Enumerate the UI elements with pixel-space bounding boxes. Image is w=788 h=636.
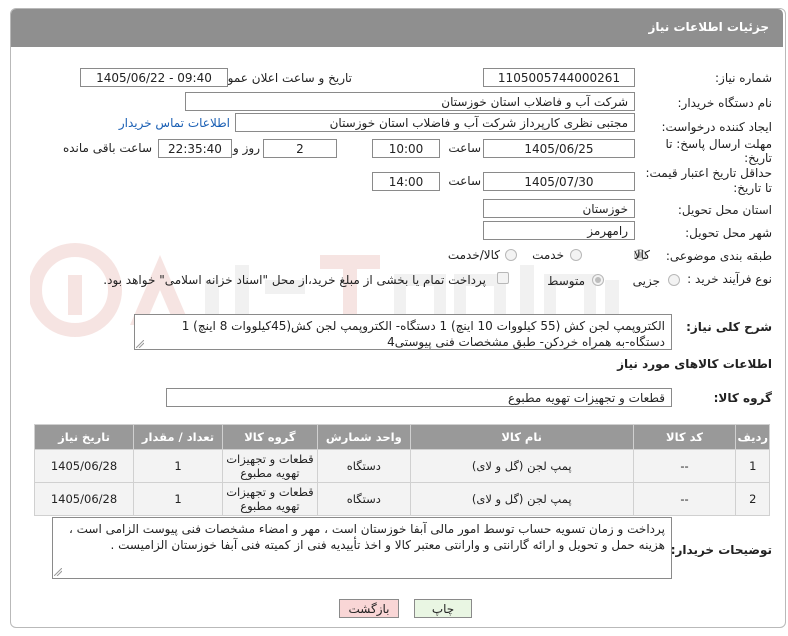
table-row: 2 -- پمپ لجن (گل و لای) دستگاه قطعات و ت… (33, 482, 770, 516)
process-minor-radio[interactable] (668, 274, 680, 286)
contact-buyer-link[interactable]: اطلاعات تماس خریدار (119, 116, 230, 130)
buyer-org-field: شرکت آب و فاضلاب استان خوزستان (185, 92, 635, 111)
validity-time-label: ساعت (448, 174, 481, 188)
process-label: نوع فرآیند خرید : (687, 272, 772, 286)
category-goods-label: کالا (633, 248, 650, 262)
print-button[interactable]: چاپ (414, 599, 472, 618)
cell-date: 1405/06/28 (33, 482, 135, 516)
buyer-notes-field: پرداخت و زمان تسویه حساب توسط امور مالی … (52, 517, 672, 579)
category-service-radio[interactable] (570, 249, 582, 261)
back-button[interactable]: بازگشت (339, 599, 399, 618)
col-group: گروه کالا (221, 424, 318, 450)
cell-code: -- (632, 482, 737, 516)
cell-name: پمپ لجن (گل و لای) (409, 482, 634, 516)
category-both-label: کالا/خدمت (447, 248, 500, 262)
category-both-radio[interactable] (505, 249, 517, 261)
cell-unit: دستگاه (316, 482, 411, 516)
col-date: تاریخ نیاز (33, 424, 135, 450)
description-label: شرح کلی نیاز: (686, 320, 772, 334)
deadline-label-date: تاریخ: (744, 151, 772, 165)
col-row: ردیف (735, 424, 770, 450)
page-title: جزئیات اطلاعات نیاز (648, 20, 769, 34)
goods-group-field: قطعات و تجهیزات تهویه مطبوع (166, 388, 672, 407)
cell-row: 1 (735, 449, 770, 483)
description-field: الکتروپمپ لجن کش (55 کیلووات 10 اینچ) 1 … (134, 314, 672, 350)
province-field: خوزستان (483, 199, 635, 218)
cell-group: قطعات و تجهیزات تهویه مطبوع (221, 449, 318, 483)
process-minor-label: جزیی (632, 274, 660, 288)
goods-table: ردیف کد کالا نام کالا واحد شمارش گروه کا… (33, 424, 770, 516)
province-label: استان محل تحویل: (677, 203, 772, 217)
title-bar: جزئیات اطلاعات نیاز (11, 9, 783, 47)
description-text: الکتروپمپ لجن کش (55 کیلووات 10 اینچ) 1 … (181, 319, 665, 349)
deadline-label: مهلت ارسال پاسخ: تا (665, 137, 772, 151)
need-number-label: شماره نیاز: (715, 71, 772, 85)
deadline-time-label: ساعت (448, 141, 481, 155)
cell-date: 1405/06/28 (33, 449, 135, 483)
validity-time-field: 14:00 (372, 172, 440, 191)
table-row: 1 -- پمپ لجن (گل و لای) دستگاه قطعات و ت… (33, 449, 770, 483)
validity-label-date: تا تاریخ: (733, 181, 772, 195)
category-label: طبقه بندی موضوعی: (665, 249, 772, 263)
cell-name: پمپ لجن (گل و لای) (409, 449, 634, 483)
process-medium-radio[interactable] (592, 274, 604, 286)
resize-handle-icon[interactable] (54, 568, 62, 576)
buyer-notes-text: پرداخت و زمان تسویه حساب توسط امور مالی … (68, 522, 665, 552)
days-field: 2 (263, 139, 337, 158)
remaining-label: ساعت باقی مانده (62, 141, 152, 155)
creator-label: ایجاد کننده درخواست: (661, 120, 772, 134)
validity-label: حداقل تاریخ اعتبار قیمت: (645, 166, 772, 180)
resize-handle-icon[interactable] (136, 340, 144, 348)
goods-section-title: اطلاعات کالاهای مورد نیاز (617, 357, 772, 371)
col-name: نام کالا (409, 424, 634, 450)
cell-group: قطعات و تجهیزات تهویه مطبوع (221, 482, 318, 516)
announce-label: تاریخ و ساعت اعلان عمومی: (207, 71, 352, 85)
treasury-checkbox[interactable] (497, 272, 509, 284)
process-medium-label: متوسط (547, 274, 585, 288)
cell-unit: دستگاه (316, 449, 411, 483)
col-qty: تعداد / مقدار (133, 424, 223, 450)
deadline-time-field: 10:00 (372, 139, 440, 158)
need-number-field: 1105005744000261 (483, 68, 635, 87)
table-header-row: ردیف کد کالا نام کالا واحد شمارش گروه کا… (33, 424, 770, 450)
days-label: روز و (233, 141, 260, 155)
creator-field: مجتبی نظری کارپرداز شرکت آب و فاضلاب است… (235, 113, 635, 132)
cell-row: 2 (735, 482, 770, 516)
treasury-note: پرداخت تمام یا بخشی از مبلغ خرید،از محل … (103, 273, 486, 287)
city-label: شهر محل تحویل: (685, 226, 772, 240)
col-unit: واحد شمارش (316, 424, 411, 450)
cell-qty: 1 (133, 449, 223, 483)
buyer-org-label: نام دستگاه خریدار: (677, 96, 773, 110)
announce-field: 1405/06/22 - 09:40 (80, 68, 228, 87)
deadline-date-field: 1405/06/25 (483, 139, 635, 158)
goods-group-label: گروه کالا: (713, 391, 772, 405)
category-service-label: خدمت (532, 248, 564, 262)
col-code: کد کالا (632, 424, 737, 450)
cell-qty: 1 (133, 482, 223, 516)
cell-code: -- (632, 449, 737, 483)
city-field: رامهرمز (483, 221, 635, 240)
remaining-time-field: 22:35:40 (158, 139, 232, 158)
validity-date-field: 1405/07/30 (483, 172, 635, 191)
buyer-notes-label: توضیحات خریدار: (670, 543, 772, 557)
